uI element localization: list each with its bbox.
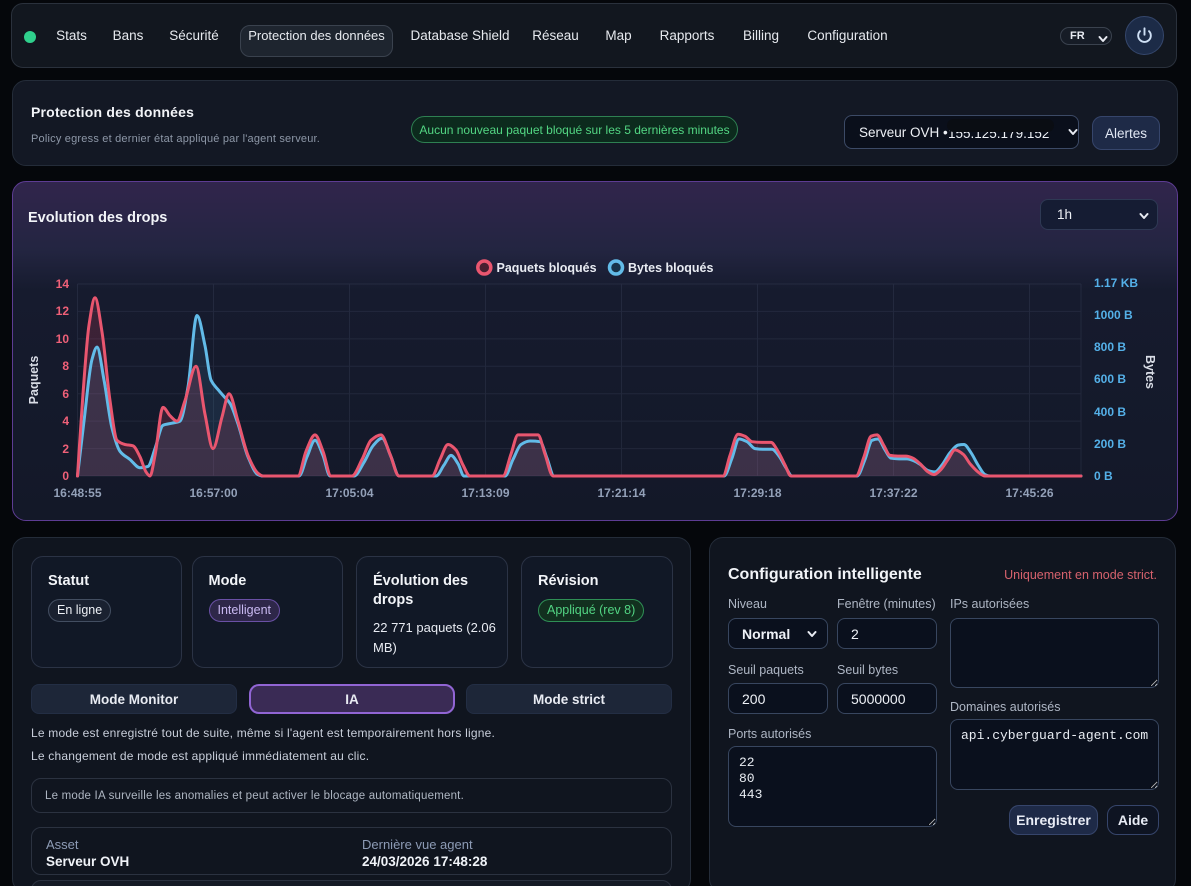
svg-text:1000 B: 1000 B (1094, 308, 1133, 322)
svg-text:200 B: 200 B (1094, 437, 1126, 451)
svg-text:400 B: 400 B (1094, 405, 1126, 419)
svg-text:17:45:26: 17:45:26 (1005, 486, 1053, 500)
svg-text:10: 10 (56, 332, 70, 346)
svg-text:17:05:04: 17:05:04 (325, 486, 373, 500)
svg-text:17:13:09: 17:13:09 (461, 486, 509, 500)
svg-text:0 B: 0 B (1094, 469, 1113, 483)
svg-text:16:57:00: 16:57:00 (189, 486, 237, 500)
svg-text:14: 14 (56, 277, 70, 291)
svg-text:Bytes bloqués: Bytes bloqués (628, 261, 713, 275)
svg-text:Paquets: Paquets (27, 356, 41, 405)
svg-text:6: 6 (62, 387, 69, 401)
svg-text:2: 2 (62, 442, 69, 456)
svg-text:600 B: 600 B (1094, 372, 1126, 386)
svg-text:17:29:18: 17:29:18 (733, 486, 781, 500)
svg-text:12: 12 (56, 304, 70, 318)
svg-text:8: 8 (62, 359, 69, 373)
svg-text:800 B: 800 B (1094, 340, 1126, 354)
svg-text:17:37:22: 17:37:22 (869, 486, 917, 500)
svg-text:Paquets bloqués: Paquets bloqués (497, 261, 597, 275)
svg-text:Bytes: Bytes (1143, 355, 1157, 389)
svg-text:0: 0 (62, 469, 69, 483)
svg-text:17:21:14: 17:21:14 (597, 486, 645, 500)
svg-text:1.17 KB: 1.17 KB (1094, 276, 1138, 290)
svg-text:16:48:55: 16:48:55 (53, 486, 101, 500)
svg-text:4: 4 (62, 414, 69, 428)
